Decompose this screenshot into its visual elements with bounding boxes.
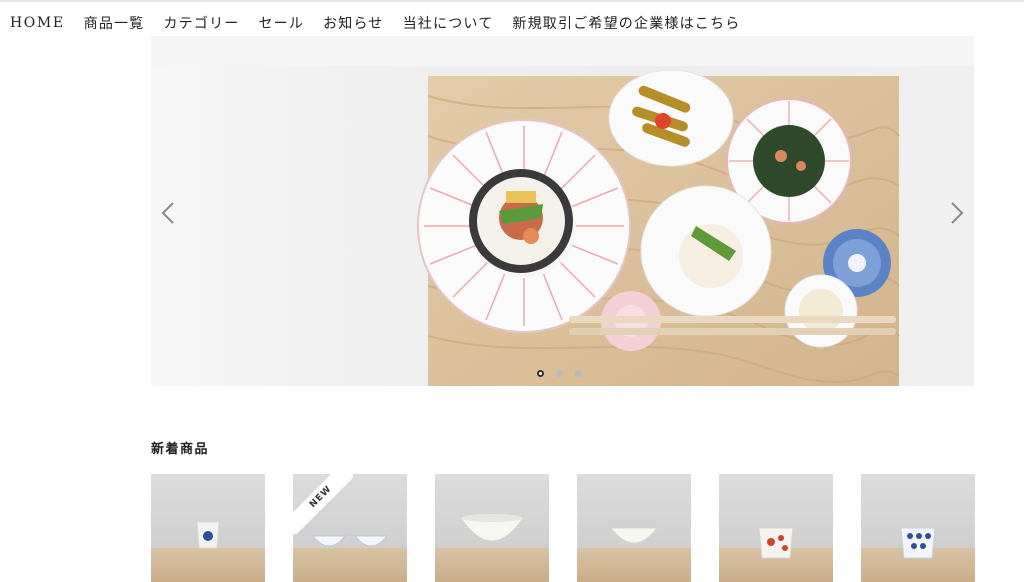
product-card[interactable]: NEW [293, 474, 407, 582]
product-card[interactable] [861, 474, 975, 582]
product-card[interactable] [151, 474, 265, 582]
hero-slider [151, 36, 974, 386]
main-nav: HOME 商品一覧 カテゴリー セール お知らせ 当社について 新規取引ご希望の… [10, 12, 759, 34]
chevron-left-icon [161, 202, 174, 224]
nav-item-wholesale[interactable]: 新規取引ご希望の企業様はこちら [512, 13, 740, 33]
slider-pagination [537, 370, 582, 377]
hero-illustration [417, 69, 900, 386]
product-image [196, 521, 220, 549]
product-image [900, 527, 936, 559]
slider-dot-1[interactable] [537, 370, 544, 377]
product-grid: NEW [151, 474, 975, 582]
slider-dot-3[interactable] [575, 370, 582, 377]
product-card[interactable] [435, 474, 549, 582]
product-image [460, 514, 524, 542]
nav-item-products[interactable]: 商品一覧 [84, 13, 145, 33]
product-image [758, 527, 794, 559]
nav-item-home[interactable]: HOME [10, 15, 65, 31]
nav-item-about[interactable]: 当社について [403, 13, 494, 33]
product-image [609, 527, 659, 544]
product-card[interactable] [719, 474, 833, 582]
product-card[interactable] [577, 474, 691, 582]
chevron-right-icon [951, 202, 964, 224]
hero-image [151, 66, 974, 386]
slider-prev-button[interactable] [159, 199, 177, 227]
slider-next-button[interactable] [948, 199, 966, 227]
section-title-new-arrivals: 新着商品 [151, 442, 210, 457]
top-divider [0, 0, 1024, 2]
new-badge: NEW [293, 474, 353, 534]
nav-item-news[interactable]: お知らせ [323, 13, 384, 33]
hero-top-band [151, 36, 974, 66]
slider-dot-2[interactable] [556, 370, 563, 377]
nav-item-categories[interactable]: カテゴリー [163, 13, 239, 33]
nav-item-sale[interactable]: セール [258, 13, 304, 33]
